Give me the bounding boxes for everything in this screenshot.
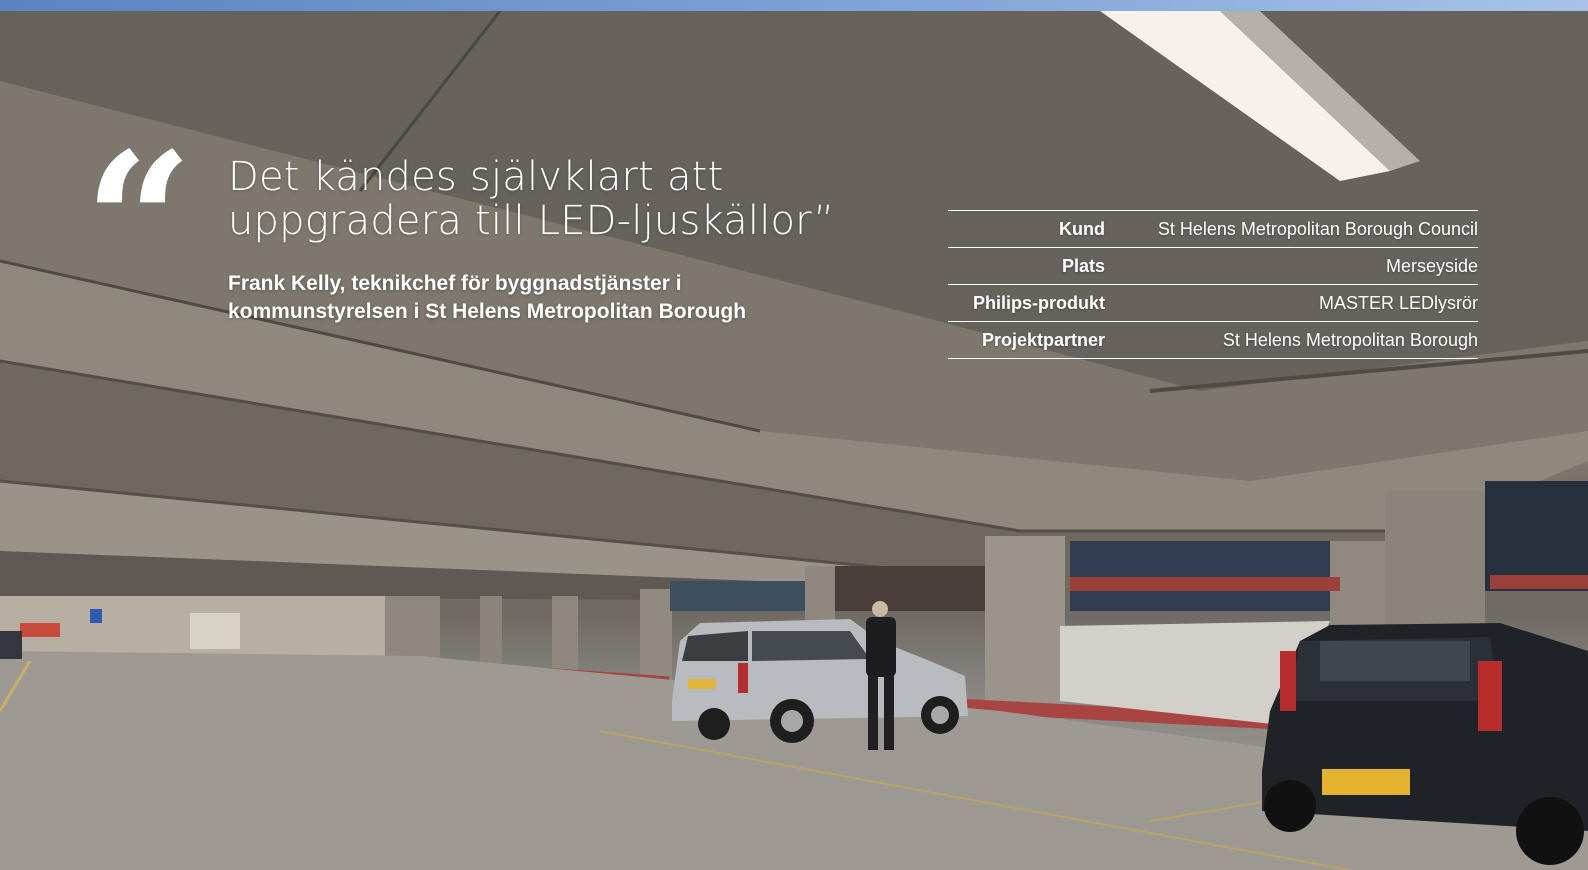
fact-label: Projektpartner: [981, 329, 1105, 350]
fact-value: Merseyside: [1385, 255, 1478, 276]
fact-value: St Helens Metropolitan Borough Council: [1157, 218, 1478, 239]
fact-label: Plats: [1061, 255, 1105, 276]
quote-headline: Det kändes självklart att uppgradera til…: [228, 154, 835, 244]
quotation-mark-icon: “: [84, 111, 193, 334]
fact-row-product: Philips-produkt MASTER LEDlysrör: [948, 285, 1478, 322]
fact-value: MASTER LEDlysrör: [1318, 292, 1478, 313]
quote-attribution: Frank Kelly, teknikchef för byggnadstjän…: [228, 270, 868, 326]
fact-row-partner: Projektpartner St Helens Metropolitan Bo…: [948, 322, 1478, 359]
fact-label: Kund: [1059, 218, 1105, 239]
attribution-line-1: Frank Kelly, teknikchef för byggnadstjän…: [228, 272, 682, 295]
fact-row-customer: Kund St Helens Metropolitan Borough Coun…: [948, 211, 1478, 248]
top-accent-bar: [0, 0, 1588, 11]
fact-label: Philips-produkt: [973, 292, 1105, 313]
project-facts-table: Kund St Helens Metropolitan Borough Coun…: [948, 210, 1478, 359]
parking-garage-photo: [0, 11, 1588, 870]
parking-garage-illustration: [0, 11, 1588, 870]
fact-value: St Helens Metropolitan Borough: [1222, 329, 1478, 350]
attribution-line-2: kommunstyrelsen i St Helens Metropolitan…: [228, 300, 747, 323]
fact-row-location: Plats Merseyside: [948, 248, 1478, 285]
